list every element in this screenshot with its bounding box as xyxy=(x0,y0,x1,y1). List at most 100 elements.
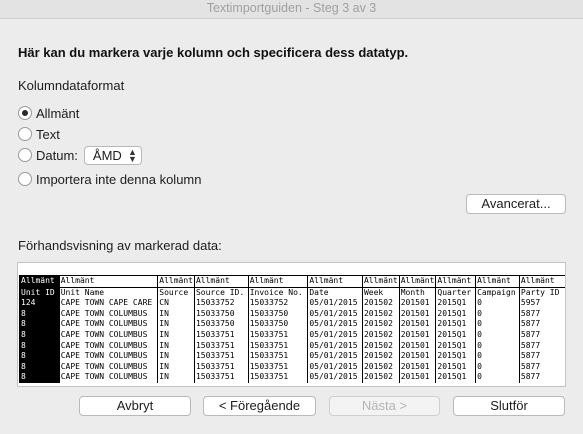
preview-cell[interactable]: Allmänt xyxy=(19,275,60,288)
preview-cell[interactable]: Allmänt xyxy=(307,275,363,288)
preview-cell[interactable]: 201501 xyxy=(398,319,436,330)
preview-cell[interactable]: 201502 xyxy=(361,308,400,320)
preview-cell[interactable]: 201502 xyxy=(361,319,400,330)
preview-cell[interactable]: Allmänt xyxy=(157,275,195,288)
preview-cell[interactable]: 15033751 xyxy=(193,351,249,362)
preview-cell[interactable]: 15033751 xyxy=(193,340,249,352)
preview-cell[interactable]: 0 xyxy=(475,361,520,373)
preview-cell[interactable]: 15033751 xyxy=(193,329,249,341)
preview-cell[interactable]: 2015Q1 xyxy=(435,372,476,383)
preview-cell[interactable]: 5957 xyxy=(518,298,565,309)
preview-cell[interactable]: CAPE TOWN COLUMBUS xyxy=(58,351,158,362)
preview-cell[interactable]: IN xyxy=(157,351,195,362)
preview-cell[interactable]: 15033751 xyxy=(247,361,308,373)
preview-cell[interactable]: 0 xyxy=(475,340,520,352)
preview-cell[interactable]: 201502 xyxy=(361,351,400,362)
preview-cell[interactable]: CAPE TOWN COLUMBUS xyxy=(58,308,158,320)
preview-cell[interactable]: 201502 xyxy=(361,298,400,309)
preview-cell[interactable]: 5877 xyxy=(518,308,565,320)
preview-cell[interactable]: 201502 xyxy=(361,372,400,383)
preview-cell[interactable]: 15033751 xyxy=(193,372,249,383)
preview-cell[interactable]: CAPE TOWN COLUMBUS xyxy=(58,361,158,373)
preview-cell[interactable]: 15033751 xyxy=(247,329,308,341)
preview-cell[interactable]: 201501 xyxy=(398,329,436,341)
preview-cell[interactable]: 05/01/2015 xyxy=(307,329,363,341)
preview-cell[interactable]: 124 xyxy=(19,298,60,309)
preview-cell[interactable]: 15033751 xyxy=(247,340,308,352)
preview-cell[interactable]: Date xyxy=(307,287,363,299)
radio-text[interactable]: Text xyxy=(18,125,60,143)
preview-cell[interactable]: 05/01/2015 xyxy=(307,372,363,383)
data-preview[interactable]: Allmänt Allmänt Allmänt Allmänt Allmänt Allmä… xyxy=(17,262,566,387)
preview-cell[interactable]: 201502 xyxy=(361,361,400,373)
preview-cell[interactable]: 8 xyxy=(19,351,60,362)
preview-cell[interactable]: 15033752 xyxy=(193,298,249,309)
next-button[interactable]: Nästa > xyxy=(329,396,440,416)
radio-skip-column[interactable]: Importera inte denna kolumn xyxy=(18,170,201,188)
preview-cell[interactable]: 8 xyxy=(19,361,60,373)
cancel-button[interactable]: Avbryt xyxy=(79,396,191,416)
preview-cell[interactable]: Allmänt xyxy=(247,275,308,288)
radio-button[interactable] xyxy=(18,148,32,162)
preview-cell[interactable]: Allmänt xyxy=(58,275,158,288)
preview-cell[interactable]: 05/01/2015 xyxy=(307,351,363,362)
preview-cell[interactable]: 15033750 xyxy=(247,308,308,320)
preview-cell[interactable]: 201501 xyxy=(398,372,436,383)
preview-cell[interactable]: 0 xyxy=(475,319,520,330)
preview-cell[interactable]: IN xyxy=(157,361,195,373)
preview-cell[interactable]: 05/01/2015 xyxy=(307,361,363,373)
preview-cell[interactable]: 15033751 xyxy=(247,351,308,362)
preview-cell[interactable]: IN xyxy=(157,329,195,341)
preview-cell[interactable]: Week xyxy=(361,287,400,299)
preview-cell[interactable]: IN xyxy=(157,308,195,320)
preview-cell[interactable]: CAPE TOWN COLUMBUS xyxy=(58,372,158,383)
preview-cell[interactable]: Unit Name xyxy=(58,287,158,299)
preview-cell[interactable]: Party ID xyxy=(518,287,565,299)
preview-cell[interactable]: 201501 xyxy=(398,308,436,320)
preview-cell[interactable]: Source xyxy=(157,287,195,299)
preview-cell[interactable]: 5877 xyxy=(518,319,565,330)
radio-date[interactable]: Datum: ÅMD ▲ ▼ xyxy=(18,145,142,165)
preview-cell[interactable]: 5877 xyxy=(518,340,565,352)
radio-general[interactable]: Allmänt xyxy=(18,104,79,122)
preview-cell[interactable]: Allmänt xyxy=(435,275,476,288)
preview-cell[interactable]: 15033752 xyxy=(247,298,308,309)
preview-cell[interactable]: 05/01/2015 xyxy=(307,319,363,330)
preview-cell[interactable]: 05/01/2015 xyxy=(307,308,363,320)
preview-cell[interactable]: 15033750 xyxy=(193,319,249,330)
preview-cell[interactable]: 15033751 xyxy=(247,372,308,383)
preview-cell[interactable]: 0 xyxy=(475,372,520,383)
preview-cell[interactable]: Allmänt xyxy=(518,275,565,288)
preview-cell[interactable]: Quarter xyxy=(435,287,476,299)
preview-cell[interactable]: 8 xyxy=(19,340,60,352)
preview-cell[interactable]: 2015Q1 xyxy=(435,319,476,330)
radio-button[interactable] xyxy=(18,172,32,186)
preview-cell[interactable]: 201501 xyxy=(398,361,436,373)
preview-cell[interactable]: Source ID. xyxy=(193,287,249,299)
preview-cell[interactable]: 05/01/2015 xyxy=(307,298,363,309)
radio-button[interactable] xyxy=(18,127,32,141)
preview-cell[interactable]: IN xyxy=(157,340,195,352)
preview-cell[interactable]: 201501 xyxy=(398,351,436,362)
preview-cell[interactable]: 201502 xyxy=(361,329,400,341)
preview-cell[interactable]: 15033751 xyxy=(193,361,249,373)
preview-cell[interactable]: 0 xyxy=(475,298,520,309)
preview-cell[interactable]: Invoice No. xyxy=(247,287,308,299)
preview-cell[interactable]: 15033750 xyxy=(193,308,249,320)
preview-cell[interactable]: 8 xyxy=(19,308,60,320)
preview-cell[interactable]: 5877 xyxy=(518,372,565,383)
preview-cell[interactable]: 2015Q1 xyxy=(435,351,476,362)
advanced-button[interactable]: Avancerat... xyxy=(466,194,566,214)
preview-cell[interactable]: CN xyxy=(157,298,195,309)
preview-cell[interactable]: 2015Q1 xyxy=(435,361,476,373)
preview-cell[interactable]: 8 xyxy=(19,319,60,330)
preview-cell[interactable]: Allmänt xyxy=(475,275,520,288)
preview-cell[interactable]: 5877 xyxy=(518,361,565,373)
radio-button[interactable] xyxy=(18,106,32,120)
preview-cell[interactable]: CAPE TOWN CAPE CARE xyxy=(58,298,158,309)
preview-cell[interactable]: Month xyxy=(398,287,436,299)
preview-cell[interactable]: Allmänt xyxy=(398,275,436,288)
preview-cell[interactable]: IN xyxy=(157,319,195,330)
preview-cell[interactable]: 2015Q1 xyxy=(435,298,476,309)
preview-cell[interactable]: Allmänt xyxy=(361,275,400,288)
